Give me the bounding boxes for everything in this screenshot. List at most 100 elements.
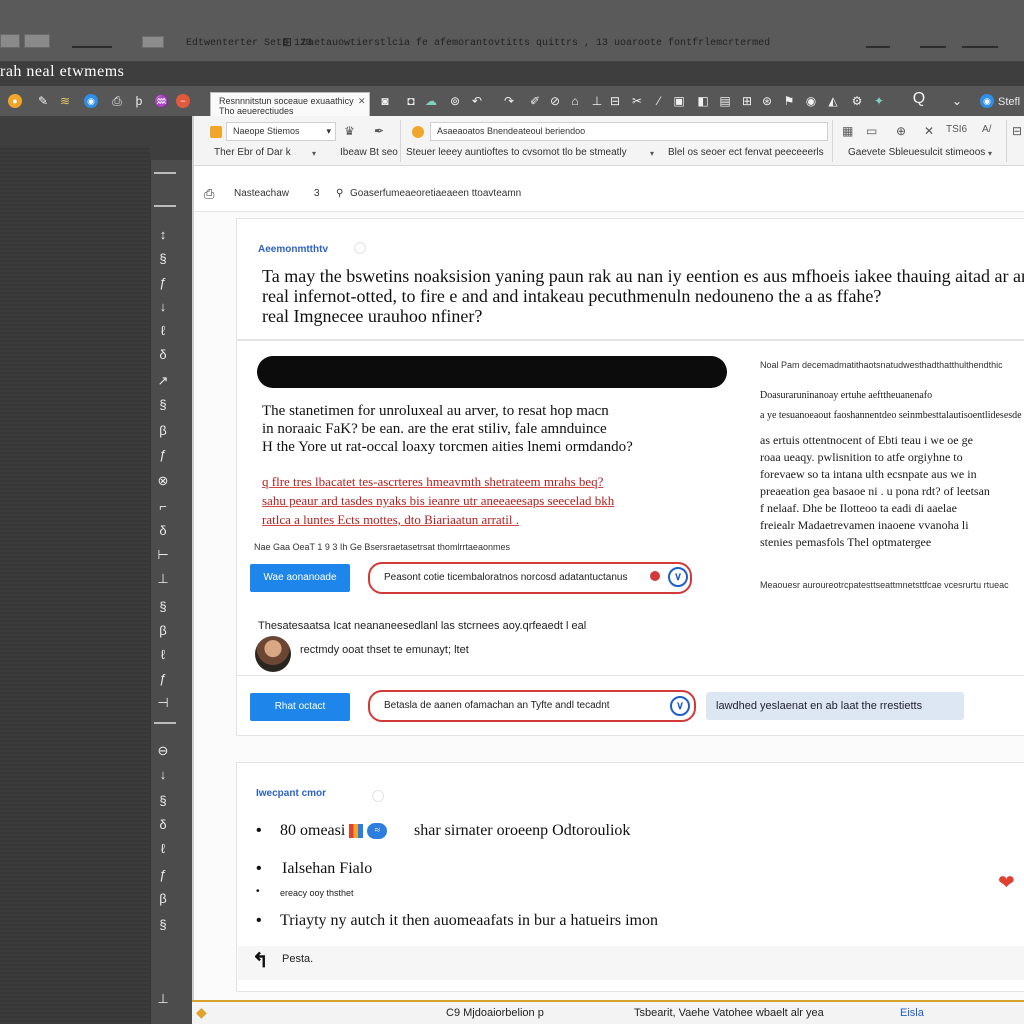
side-line: preaeation gea basaoe ni . u pona rdt? o… (760, 484, 990, 498)
breadcrumb-left[interactable]: Nasteachaw (234, 188, 289, 199)
ruler-marker-icon: ƒ (159, 867, 167, 882)
info-pill[interactable]: lawdhed yeslaenat en ab laat the rrestie… (706, 692, 964, 720)
list-item: shar sirnater oroeenp Odtorouliok (414, 822, 631, 839)
paste-icon[interactable]: ⌂ (568, 94, 582, 108)
section-marker (354, 242, 366, 254)
layers-stack-icon[interactable]: ◭ (826, 94, 840, 108)
question-section-label: Aeemonmtthtv (258, 244, 329, 255)
spark-icon[interactable]: ♒ (154, 94, 169, 108)
share-label[interactable]: Stefl (998, 96, 1020, 108)
close-icon[interactable]: ✕ (924, 124, 934, 138)
font-select[interactable]: Naeope Stiemos ▾ (226, 122, 336, 141)
file-icon[interactable]: ⎙ (110, 94, 124, 108)
tab-document[interactable]: Resnnnitstun soceaue exuaathicy Tho aeue… (210, 92, 370, 116)
flag-icon[interactable]: ⚑ (782, 94, 796, 108)
minimize-button[interactable] (866, 46, 890, 48)
share-icon[interactable]: ◉ (980, 94, 994, 108)
heading-label[interactable]: Ibeaw Bt seo (340, 147, 398, 158)
status-middle[interactable]: Tsbearit, Vaehe Vatohee wbaelt alr yea (634, 1007, 824, 1019)
gallery-icon[interactable]: ▦ (842, 124, 853, 138)
error-dot-icon (650, 571, 660, 581)
record-icon[interactable]: ● (8, 94, 22, 108)
chevron-down-icon[interactable]: ▾ (650, 149, 654, 158)
status-right[interactable]: Eisla (900, 1007, 924, 1019)
doc-toggle[interactable] (142, 36, 164, 48)
italic-icon[interactable]: ◘ (404, 94, 418, 108)
status-warning-icon: ◆ (196, 1004, 207, 1020)
image-icon[interactable]: ▤ (718, 94, 732, 108)
answer-select[interactable]: Peasont cotie ticembaloratnos norcosd ad… (368, 562, 692, 594)
ruler-tick (154, 205, 176, 207)
right-label[interactable]: Gaevete Sbleuesulcit stimeoos (848, 147, 985, 158)
window-control-menu[interactable] (24, 34, 50, 48)
window-control-small[interactable] (0, 34, 20, 48)
sort-icon[interactable]: ⊥ (590, 94, 604, 108)
side-line: stenies pemasfols Thel optmatergee (760, 535, 932, 549)
cut-icon[interactable]: ✂ (630, 94, 644, 108)
stop-icon[interactable]: − (176, 94, 190, 108)
brush-icon[interactable]: ✎ (36, 94, 50, 108)
align-icon[interactable]: ⊟ (608, 94, 622, 108)
primary-button[interactable]: Wae aonanoade (250, 564, 350, 592)
chevron-down-icon[interactable]: ∨ (670, 696, 690, 716)
comment-subtext: rectmdy ooat thset te emunayt; ltet (300, 644, 469, 656)
file-path: Daetauowtierstlcia fe afemorantovtitts q… (302, 38, 771, 49)
font-style-label[interactable]: Ther Ebr of Dar k (214, 147, 291, 158)
left-panel (0, 146, 150, 1024)
option-select[interactable]: Betasla de aanen ofamachan an Tyfte andl… (368, 690, 696, 722)
save-icon[interactable]: ▣ (672, 94, 686, 108)
back-arrow-icon[interactable]: ↰ (252, 948, 269, 973)
tab-close-icon[interactable]: ✕ (358, 96, 366, 107)
status-left[interactable]: C9 Mjdoaiorbelion p (446, 1007, 544, 1019)
pen-icon[interactable]: ⁄ (652, 94, 666, 108)
chevron-down-icon[interactable]: ▾ (312, 149, 316, 158)
chevron-down-icon[interactable]: ▾ (988, 149, 992, 158)
avatar[interactable] (255, 636, 291, 672)
brush-tool-icon[interactable]: ✐ (528, 94, 542, 108)
history-icon[interactable]: ⊛ (760, 94, 774, 108)
maximize-button[interactable] (920, 46, 946, 48)
box-icon[interactable]: ◧ (696, 94, 710, 108)
target-icon[interactable]: ⊚ (448, 94, 462, 108)
pen-nib-icon[interactable]: ✒ (374, 124, 384, 138)
cloud-icon[interactable]: ☁ (424, 94, 438, 108)
link-icon[interactable]: ϸ (132, 94, 146, 108)
undo-icon[interactable]: ↶ (470, 94, 484, 108)
breadcrumb-right[interactable]: Goaserfumeaeoretiaeaeen ttoavteamn (350, 188, 521, 199)
star-icon[interactable]: ✦ (872, 94, 886, 108)
chevron-down-icon[interactable]: ∨ (668, 567, 688, 587)
filter-label[interactable]: Blel os seoer ect fenvat peeceeerls (668, 147, 824, 158)
dropdown-icon[interactable]: ⌄ (950, 94, 964, 108)
side-paragraph-1: Doasuraruninanoay ertuhe aefttheuanenafo… (760, 386, 1024, 426)
right-code: TSI6 (946, 124, 968, 135)
print-icon[interactable]: ⎙ (204, 186, 214, 202)
secondary-button[interactable]: Rhat octact (250, 693, 350, 721)
panel-icon[interactable]: ⊟ (1012, 124, 1022, 138)
layers-icon[interactable]: ≋ (58, 94, 72, 108)
answer-select-value: Peasont cotie ticembaloratnos norcosd ad… (384, 572, 628, 583)
zoom-icon[interactable]: ⊕ (896, 124, 906, 138)
flagged-line: q flre tres lbacatet tes-ascrteres hmeav… (262, 474, 604, 489)
body-line: H the Yore ut rat-occal loaxy torcmen ai… (262, 439, 633, 455)
copy-icon[interactable]: ⊘ (548, 94, 562, 108)
grid-icon[interactable]: ⊞ (740, 94, 754, 108)
close-button[interactable] (962, 46, 998, 48)
globe-icon[interactable]: ◉ (84, 94, 98, 108)
ruler-marker-icon: β (159, 623, 167, 638)
search-icon[interactable]: Q (912, 91, 926, 107)
font-size-icon[interactable]: A/ (982, 124, 991, 135)
ruler-marker-icon: ℓ (160, 841, 166, 856)
eye-icon[interactable]: ◉ (804, 94, 818, 108)
bullet: • (256, 912, 262, 929)
style-select[interactable]: Asaeaoatos Bnendeateoul beriendoo (430, 122, 828, 141)
ruler-marker-icon: β (159, 423, 167, 438)
ribbon-separator (400, 120, 401, 162)
folder-icon[interactable]: ▭ (866, 124, 877, 138)
question-line: Ta may the bswetins noaksision yaning pa… (262, 266, 1024, 286)
settings-icon[interactable]: ⚙ (850, 94, 864, 108)
bold-icon[interactable]: ◙ (378, 94, 392, 108)
badge-icon[interactable]: ≈ (367, 823, 388, 840)
crown-icon[interactable]: ♛ (344, 124, 355, 138)
side-line: forevaew so ta intana ulth ecsnpate aus … (760, 467, 977, 481)
redo-icon[interactable]: ↷ (502, 94, 516, 108)
